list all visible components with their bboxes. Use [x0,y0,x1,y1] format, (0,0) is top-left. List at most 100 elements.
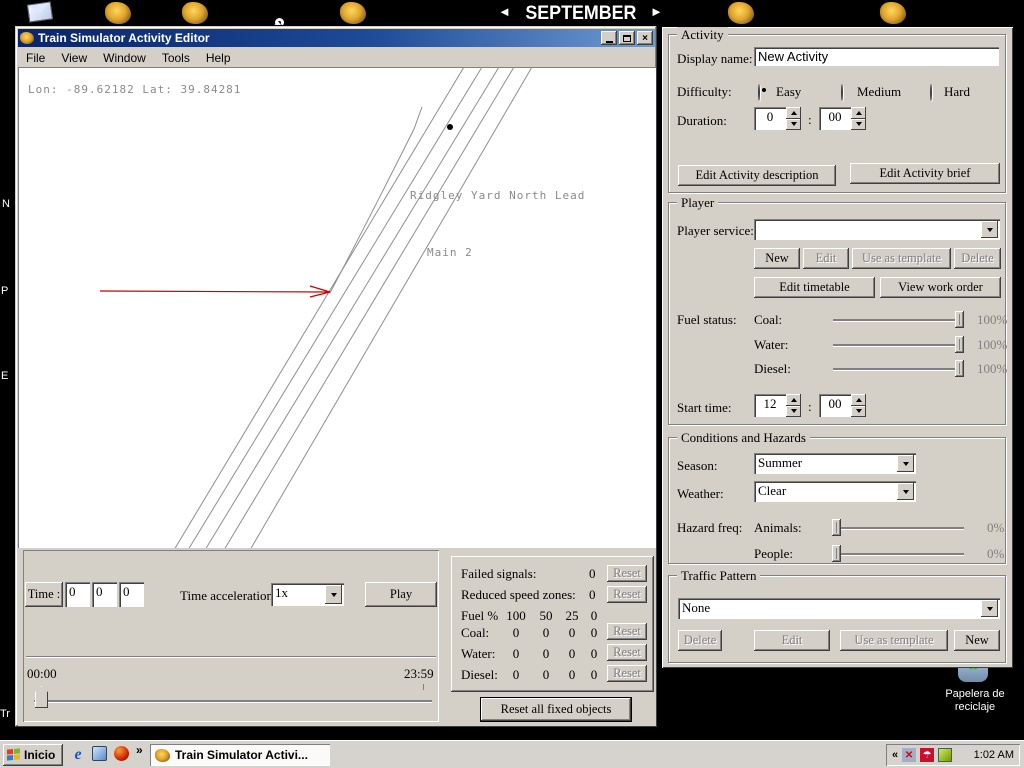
avira-icon[interactable]: ☂ [920,748,934,762]
train-sim-desktop-icon[interactable] [182,2,208,24]
train-sim-desktop-icon[interactable] [340,2,366,24]
reset-diesel-button[interactable]: Reset [607,665,647,682]
train-sim-desktop-icon[interactable] [105,2,131,24]
track-label: Main 2 [427,246,473,259]
player-new-button[interactable]: New [754,248,800,269]
people-slider-track[interactable] [832,553,964,555]
chevron-up-icon [791,111,797,115]
time-hours-field[interactable]: 0 [65,582,90,607]
traffic-use-as-template-button[interactable]: Use as template [840,630,948,651]
chevron-down-icon [903,462,909,466]
edit-activity-description-button[interactable]: Edit Activity description [678,165,836,186]
title-bar[interactable]: Train Simulator Activity Editor × [18,29,655,47]
traffic-edit-button[interactable]: Edit [754,630,830,651]
spin-down-button[interactable] [786,119,801,131]
coal-slider-thumb[interactable] [955,311,964,328]
chevron-down-icon [987,228,993,232]
time-acceleration-combo[interactable]: 1x [271,583,344,606]
time-minutes-field[interactable]: 0 [92,582,117,607]
train-sim-desktop-icon[interactable] [880,2,906,24]
season-combo[interactable]: Summer [754,453,916,474]
water-slider-track[interactable] [833,344,963,346]
animals-slider-track[interactable] [832,527,964,529]
reset-failed-signals-button[interactable]: Reset [607,565,647,582]
water-slider-label: Water: [754,337,788,353]
ball-quicklaunch-icon[interactable] [114,746,129,761]
network-error-icon[interactable]: ✕ [902,748,916,762]
calendar-prev-icon[interactable]: ◄ [498,4,511,20]
player-delete-button[interactable]: Delete [954,248,1001,269]
water-row-label: Water: [461,646,495,662]
task-button-train-simulator[interactable]: Train Simulator Activi... [150,744,330,766]
reset-water-button[interactable]: Reset [607,644,647,661]
time-seconds-field[interactable]: 0 [119,582,144,607]
close-button[interactable]: × [637,31,653,45]
player-service-combo[interactable] [754,219,1000,240]
tray-chevron[interactable]: « [892,749,898,761]
timeline-slider-track[interactable] [34,700,432,702]
duration-minutes-spinner[interactable]: 00 [819,107,866,130]
diesel-row-label: Diesel: [461,667,498,683]
combo-dropdown-button[interactable] [897,483,914,500]
duration-hours-spinner[interactable]: 0 [754,107,801,130]
menu-help[interactable]: Help [198,49,239,67]
traffic-new-button[interactable]: New [954,630,1000,651]
water-slider-thumb[interactable] [955,336,964,353]
tray-clock[interactable]: 1:02 AM [974,749,1014,761]
weather-combo[interactable]: Clear [754,481,916,502]
spin-down-button[interactable] [851,119,866,131]
mail-desktop-icon[interactable] [27,1,53,22]
start-minutes-spinner[interactable]: 00 [819,394,866,417]
divider [26,656,436,658]
traffic-delete-button[interactable]: Delete [678,630,722,651]
menu-view[interactable]: View [53,49,95,67]
start-button[interactable]: Inicio [3,744,63,766]
spin-up-button[interactable] [786,107,801,119]
route-map-viewport[interactable]: Lon: -89.62182 Lat: 39.84281 Ridgley Yar… [18,67,656,548]
combo-dropdown-button[interactable] [325,585,342,604]
difficulty-hard-label: Hard [944,84,970,100]
menu-tools[interactable]: Tools [154,49,198,67]
reset-coal-button[interactable]: Reset [607,623,647,640]
combo-dropdown-button[interactable] [981,221,998,238]
coal-slider-track[interactable] [833,319,963,321]
display-name-input[interactable] [754,47,999,66]
difficulty-medium-radio[interactable] [841,84,843,101]
animals-slider-thumb[interactable] [832,519,841,536]
train-sim-desktop-icon[interactable] [728,2,754,24]
mail-quicklaunch-icon[interactable] [92,746,107,761]
fuel-col-0: 0 [587,608,601,624]
ie-quicklaunch-icon[interactable]: e [70,746,86,762]
spin-down-button[interactable] [851,406,866,418]
minimize-button[interactable] [601,31,617,45]
traffic-pattern-combo[interactable]: None [678,598,1000,619]
spin-up-button[interactable] [851,394,866,406]
difficulty-easy-radio[interactable] [758,84,760,101]
reset-reduced-zones-button[interactable]: Reset [607,586,647,603]
combo-dropdown-button[interactable] [897,455,914,472]
view-work-order-button[interactable]: View work order [880,277,1001,298]
edit-activity-brief-button[interactable]: Edit Activity brief [850,163,1000,184]
viewer-icon[interactable] [938,748,952,762]
difficulty-hard-radio[interactable] [930,84,932,101]
menu-window[interactable]: Window [95,49,154,67]
desktop-label-fragment: N [2,198,10,210]
diesel-val: 0 [587,667,601,683]
reset-all-fixed-objects-button[interactable]: Reset all fixed objects [481,698,631,721]
diesel-slider-thumb[interactable] [955,360,964,377]
spin-up-button[interactable] [851,107,866,119]
player-edit-button[interactable]: Edit [803,248,849,269]
spin-up-button[interactable] [786,394,801,406]
maximize-button[interactable] [619,31,635,45]
calendar-next-icon[interactable]: ► [650,4,663,20]
diesel-slider-track[interactable] [833,368,963,370]
edit-timetable-button[interactable]: Edit timetable [754,277,875,298]
quicklaunch-overflow-chevron[interactable]: » [136,743,143,757]
play-button[interactable]: Play [365,582,437,607]
people-slider-thumb[interactable] [832,545,841,562]
combo-dropdown-button[interactable] [981,600,998,617]
spin-down-button[interactable] [786,406,801,418]
menu-file[interactable]: File [18,49,53,67]
start-hours-spinner[interactable]: 12 [754,394,801,417]
player-use-as-template-button[interactable]: Use as template [852,248,951,269]
